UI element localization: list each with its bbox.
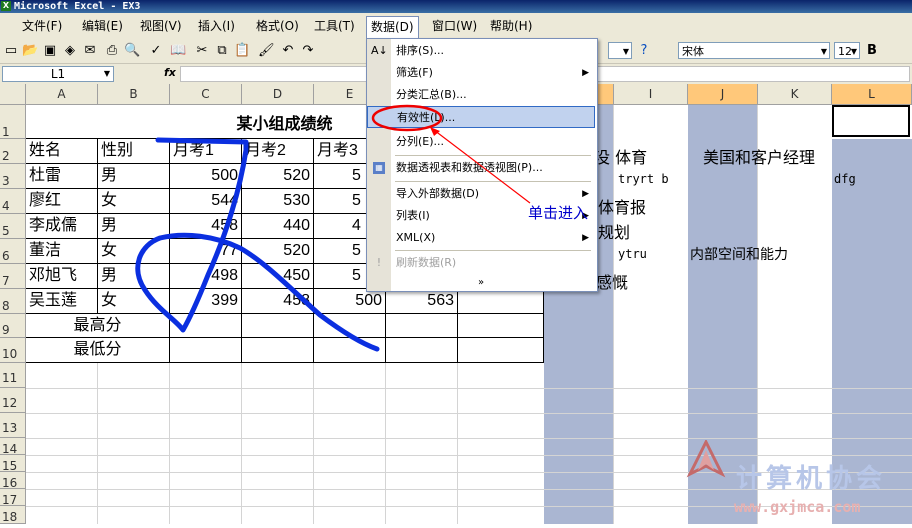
annotation-text: 单击进入 [528, 204, 589, 222]
arrow-head-icon [430, 127, 440, 136]
red-annotation [371, 104, 531, 204]
highlight-circle [371, 104, 443, 132]
annotation-arrow [429, 126, 531, 204]
